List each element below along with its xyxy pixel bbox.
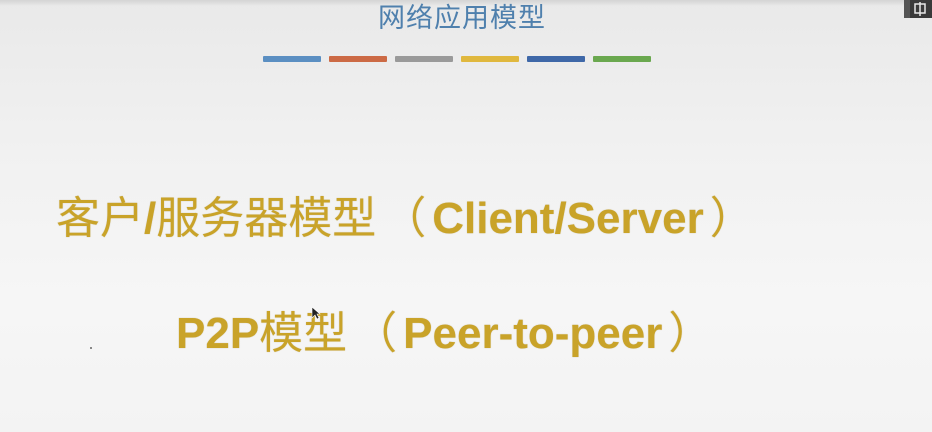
p2p-prefix: P2P [176,309,260,358]
client-text: 客户 [56,193,144,244]
color-segment-1 [263,56,321,62]
slide-title: 网络应用模型 [378,3,546,34]
open-paren: （ [382,193,427,244]
slash: / [144,194,157,243]
color-segment-2 [329,56,387,62]
color-segment-5 [527,56,585,62]
p2p-model-line: P2P模型（Peer-to-peer） [176,305,718,363]
color-segment-4 [461,56,519,62]
color-segment-6 [593,56,651,62]
color-bar [263,56,651,62]
close-paren: ） [668,308,713,359]
server-model-text: 服务器模型 [156,193,377,244]
stray-dot [90,347,92,349]
model-text: 模型 [259,308,348,359]
mouse-cursor-icon [311,306,321,320]
color-segment-3 [395,56,453,62]
client-server-model-line: 客户/服务器模型（Client/Server） [56,190,760,248]
peer-to-peer-english: Peer-to-peer [403,309,663,358]
slide: 网络应用模型 客户/服务器模型（Client/Server） P2P模型（Pee… [0,0,932,432]
client-server-english: Client/Server [432,194,704,243]
open-paren: （ [353,308,398,359]
close-paren: ） [709,193,754,244]
